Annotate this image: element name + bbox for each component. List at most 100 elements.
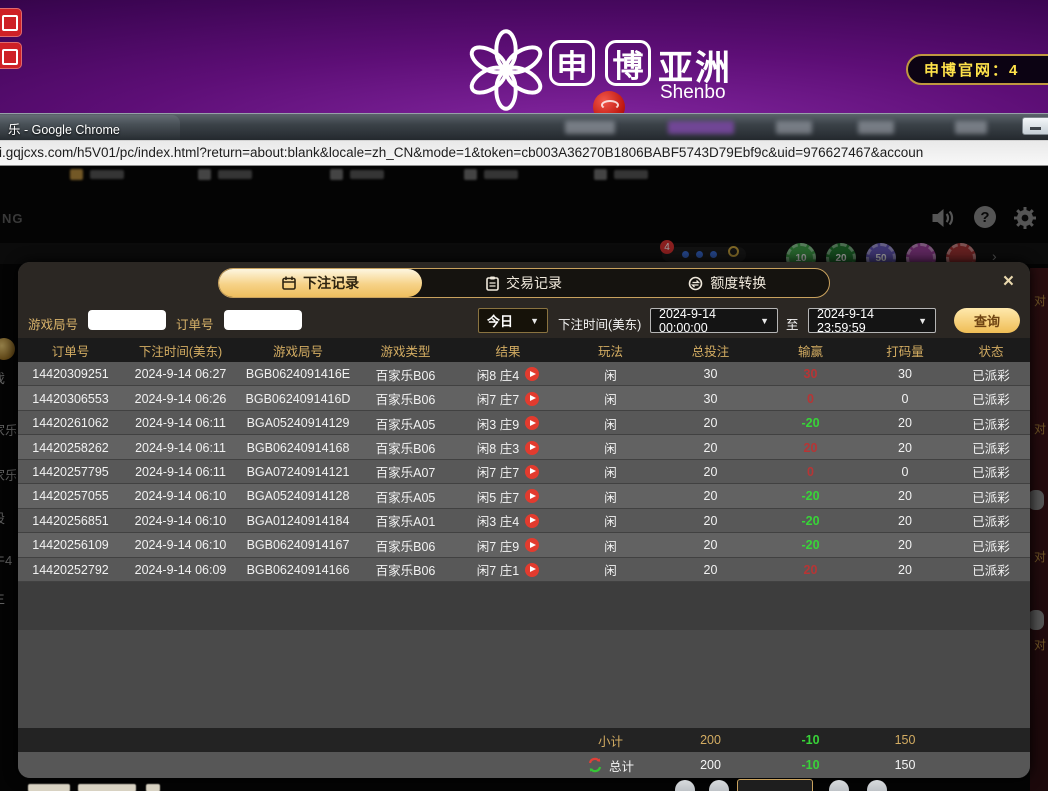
column-header: 游戏类型 <box>358 341 453 360</box>
clipboard-icon <box>486 276 499 291</box>
table-header-row: 订单号 下注时间(美东) 游戏局号 游戏类型 结果 玩法 总投注 输赢 打码量 … <box>18 338 1030 362</box>
cell-status: 已派彩 <box>952 438 1030 457</box>
floating-service-icon[interactable] <box>0 42 22 69</box>
cell-win-loss: 20 <box>763 563 858 577</box>
cell-result: 闲3 庄9 <box>453 414 563 433</box>
grand-total-total: 200 <box>658 758 763 772</box>
table-body: 14420309251 2024-9-14 06:27 BGB062409141… <box>18 362 1030 582</box>
tab-quota-conversion[interactable]: 额度转换 <box>626 269 829 297</box>
address-bar[interactable]: li.gqjcxs.com/h5V01/pc/index.html?return… <box>0 140 1048 166</box>
column-header: 游戏局号 <box>238 341 358 360</box>
cell-win-loss: -20 <box>763 489 858 503</box>
logo-char-shen: 申 <box>549 40 595 86</box>
play-replay-icon[interactable] <box>525 465 539 479</box>
cell-total-bet: 20 <box>658 538 763 552</box>
cell-game-type: 百家乐B06 <box>358 536 453 555</box>
cell-game-round: BGB0624091416D <box>238 392 358 406</box>
cell-bet-time: 2024-9-14 06:10 <box>123 538 238 552</box>
table-row: 14420252792 2024-9-14 06:09 BGB062409141… <box>18 558 1030 582</box>
cell-game-type: 百家乐B06 <box>358 365 453 384</box>
cell-play-type: 闲 <box>563 462 658 481</box>
currency-swap-icon[interactable] <box>587 757 603 773</box>
cell-order-number: 14420252792 <box>18 563 123 577</box>
cell-game-type: 百家乐A05 <box>358 487 453 506</box>
screen: 申 博 亚洲 Shenbo 申博官网：4 乐 - Google Chrome l… <box>0 0 1048 791</box>
tab-transaction-records[interactable]: 交易记录 <box>422 269 625 297</box>
table-row: 14420256851 2024-9-14 06:10 BGA012409141… <box>18 509 1030 533</box>
column-header: 订单号 <box>18 341 123 360</box>
cell-win-loss: 20 <box>763 441 858 455</box>
cell-play-type: 闲 <box>563 536 658 555</box>
tab-bet-records[interactable]: 下注记录 <box>219 269 422 297</box>
order-filter-label: 订单号 <box>176 314 214 333</box>
result-text: 闲7 庄7 <box>477 462 519 481</box>
cell-game-type: 百家乐B06 <box>358 560 453 579</box>
table-row: 14420258262 2024-9-14 06:11 BGB062409141… <box>18 435 1030 459</box>
logo-en-text: Shenbo <box>660 82 726 104</box>
subtotal-turnover: 150 <box>858 733 952 747</box>
cell-win-loss: -20 <box>763 416 858 430</box>
play-replay-icon[interactable] <box>525 538 539 552</box>
cell-order-number: 14420256851 <box>18 514 123 528</box>
filter-bar: 游戏局号 订单号 今日 ▼ 下注时间(美东) 2024-9-14 00:00:0… <box>18 306 1030 336</box>
table-row: 14420256109 2024-9-14 06:10 BGB062409141… <box>18 533 1030 557</box>
cell-total-bet: 20 <box>658 563 763 577</box>
cell-turnover: 20 <box>858 563 952 577</box>
bottom-text-partial <box>146 784 160 791</box>
table-empty-area <box>18 582 1030 630</box>
column-header: 玩法 <box>563 341 658 360</box>
blurred-nav-item <box>858 121 894 134</box>
cell-turnover: 0 <box>858 392 952 406</box>
play-replay-icon[interactable] <box>525 416 539 430</box>
result-text: 闲7 庄9 <box>477 536 519 555</box>
cell-order-number: 14420309251 <box>18 367 123 381</box>
to-datetime-select[interactable]: 2024-9-14 23:59:59 ▼ <box>808 308 936 333</box>
result-text: 闲8 庄3 <box>477 438 519 457</box>
play-replay-icon[interactable] <box>525 367 539 381</box>
column-header: 输赢 <box>763 341 858 360</box>
cell-play-type: 闲 <box>563 389 658 408</box>
cell-total-bet: 20 <box>658 441 763 455</box>
round-input[interactable] <box>88 310 166 330</box>
cell-order-number: 14420257055 <box>18 489 123 503</box>
cell-bet-time: 2024-9-14 06:10 <box>123 514 238 528</box>
play-replay-icon[interactable] <box>525 392 539 406</box>
cell-play-type: 闲 <box>563 511 658 530</box>
cell-play-type: 闲 <box>563 365 658 384</box>
floating-service-icon[interactable] <box>0 8 22 37</box>
play-replay-icon[interactable] <box>525 441 539 455</box>
round-filter-label: 游戏局号 <box>28 314 78 333</box>
cell-bet-time: 2024-9-14 06:11 <box>123 465 238 479</box>
blurred-nav-item <box>776 121 812 134</box>
cell-play-type: 闲 <box>563 560 658 579</box>
cell-game-round: BGA05240914128 <box>238 489 358 503</box>
cell-order-number: 14420261062 <box>18 416 123 430</box>
order-input[interactable] <box>224 310 302 330</box>
cell-total-bet: 20 <box>658 465 763 479</box>
cell-game-round: BGB06240914167 <box>238 538 358 552</box>
cell-bet-time: 2024-9-14 06:27 <box>123 367 238 381</box>
cell-order-number: 14420257795 <box>18 465 123 479</box>
cell-result: 闲8 庄4 <box>453 365 563 384</box>
cell-result: 闲8 庄3 <box>453 438 563 457</box>
close-icon[interactable]: × <box>1003 271 1014 293</box>
pagination-page-box[interactable] <box>737 779 813 791</box>
tab-bar: 下注记录 交易记录 <box>218 268 830 298</box>
cell-game-round: BGA07240914121 <box>238 465 358 479</box>
play-replay-icon[interactable] <box>525 514 539 528</box>
cell-play-type: 闲 <box>563 487 658 506</box>
cell-total-bet: 30 <box>658 392 763 406</box>
official-site-button[interactable]: 申博官网：4 <box>906 54 1048 85</box>
play-replay-icon[interactable] <box>525 563 539 577</box>
cell-bet-time: 2024-9-14 06:10 <box>123 489 238 503</box>
cell-game-type: 百家乐A01 <box>358 511 453 530</box>
date-range-select[interactable]: 今日 ▼ <box>478 308 548 333</box>
from-datetime-select[interactable]: 2024-9-14 00:00:00 ▼ <box>650 308 778 333</box>
search-button[interactable]: 查询 <box>954 308 1020 333</box>
play-replay-icon[interactable] <box>525 489 539 503</box>
chevron-down-icon: ▼ <box>918 316 927 326</box>
range-value: 今日 <box>487 311 513 330</box>
minimize-button[interactable] <box>1022 117 1048 135</box>
result-text: 闲7 庄7 <box>477 389 519 408</box>
cell-order-number: 14420306553 <box>18 392 123 406</box>
